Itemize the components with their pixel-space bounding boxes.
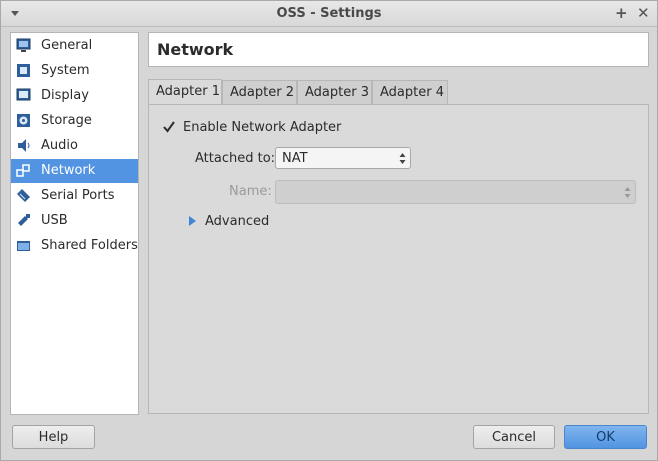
ok-button-label: OK	[596, 430, 615, 445]
name-combo[interactable]	[275, 180, 636, 204]
display-icon	[16, 88, 31, 101]
title-bar: OSS - Settings + ✕	[1, 1, 657, 27]
advanced-toggle[interactable]: Advanced	[205, 214, 269, 229]
tab-label: Adapter 4	[380, 85, 444, 100]
enable-adapter-label[interactable]: Enable Network Adapter	[183, 120, 341, 135]
sidebar-item-serial-ports[interactable]: Serial Ports	[11, 184, 138, 208]
tab-label: Adapter 2	[230, 85, 294, 100]
sidebar-item-label: System	[41, 63, 90, 78]
sidebar-item-audio[interactable]: Audio	[11, 134, 138, 158]
sidebar-item-label: Network	[41, 163, 96, 178]
sidebar-item-label: Audio	[41, 138, 78, 153]
monitor-icon	[16, 38, 31, 52]
sidebar-item-label: Display	[41, 88, 89, 103]
page-title: Network	[157, 40, 234, 59]
page-title-box: Network	[148, 32, 649, 67]
tab-adapter-3[interactable]: Adapter 3	[297, 80, 372, 104]
spinner-arrows-icon	[399, 153, 406, 164]
window-title: OSS - Settings	[276, 6, 382, 21]
settings-sidebar: General System Display Storage Audio Net…	[10, 32, 139, 415]
expander-arrow-icon[interactable]	[189, 216, 196, 226]
tab-adapter-4[interactable]: Adapter 4	[372, 80, 448, 104]
sidebar-item-display[interactable]: Display	[11, 84, 138, 108]
sidebar-item-label: General	[41, 38, 93, 53]
serial-icon	[17, 189, 30, 202]
maximize-icon[interactable]: +	[615, 4, 628, 22]
tab-label: Adapter 1	[156, 84, 220, 99]
sidebar-item-label: Serial Ports	[41, 188, 115, 203]
speaker-icon	[18, 139, 30, 152]
spinner-arrows-icon	[624, 187, 631, 198]
sidebar-item-system[interactable]: System	[11, 59, 138, 83]
sidebar-item-label: Storage	[41, 113, 92, 128]
attached-to-label: Attached to:	[195, 151, 276, 166]
help-button[interactable]: Help	[12, 425, 95, 449]
sidebar-item-general[interactable]: General	[11, 34, 138, 58]
cancel-button[interactable]: Cancel	[473, 425, 555, 449]
tab-adapter-1[interactable]: Adapter 1	[148, 79, 222, 105]
sidebar-item-storage[interactable]: Storage	[11, 109, 138, 133]
network-icon	[16, 164, 30, 177]
folder-icon	[17, 241, 30, 251]
tab-adapter-2[interactable]: Adapter 2	[222, 80, 297, 104]
help-button-label: Help	[38, 430, 69, 445]
tab-label: Adapter 3	[305, 85, 369, 100]
enable-adapter-checkbox[interactable]	[162, 120, 176, 134]
sidebar-item-network[interactable]: Network	[11, 159, 138, 183]
cancel-button-label: Cancel	[491, 430, 537, 445]
sidebar-item-label: USB	[41, 213, 68, 228]
ok-button[interactable]: OK	[564, 425, 647, 449]
usb-icon	[18, 214, 30, 226]
sidebar-item-usb[interactable]: USB	[11, 209, 138, 233]
close-icon[interactable]: ✕	[637, 4, 650, 22]
sidebar-item-label: Shared Folders	[41, 238, 138, 253]
storage-icon	[17, 114, 30, 127]
attached-to-select[interactable]: NAT	[275, 147, 411, 169]
sidebar-item-shared-folders[interactable]: Shared Folders	[11, 234, 138, 258]
chip-icon	[17, 64, 30, 77]
name-label: Name:	[229, 184, 272, 199]
attached-to-value: NAT	[282, 151, 308, 166]
